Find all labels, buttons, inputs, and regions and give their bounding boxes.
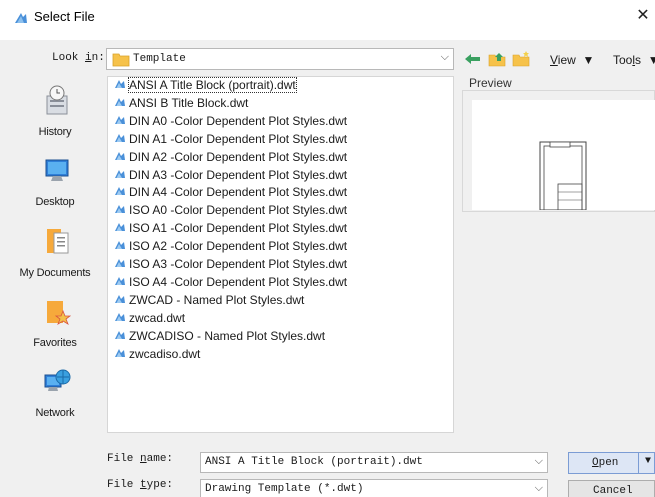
file-name-text: ISO A3 -Color Dependent Plot Styles.dwt bbox=[129, 257, 348, 271]
look-in-label: Look in: bbox=[52, 52, 105, 64]
dwt-file-icon bbox=[115, 187, 125, 196]
place-favorites[interactable]: Favorites bbox=[9, 291, 101, 361]
dwt-file-icon bbox=[115, 259, 125, 267]
file-item[interactable]: ISO A2 -Color Dependent Plot Styles.dwt bbox=[114, 238, 347, 255]
file-type-value: Drawing Template (*.dwt) bbox=[205, 483, 364, 495]
dwt-file-icon bbox=[115, 151, 125, 160]
look-in-combo[interactable]: Template ⌵ bbox=[106, 48, 454, 70]
open-dropdown-arrow-icon[interactable]: ▼ bbox=[645, 456, 651, 467]
file-name-text: DIN A2 -Color Dependent Plot Styles.dwt bbox=[129, 149, 348, 164]
file-name-text: ISO A0 -Color Dependent Plot Styles.dwt bbox=[129, 203, 348, 218]
preview-pane bbox=[462, 90, 655, 212]
folder-icon bbox=[112, 53, 130, 67]
up-folder-icon[interactable] bbox=[488, 50, 508, 68]
file-item[interactable]: ZWCAD - Named Plot Styles.dwt bbox=[114, 292, 304, 309]
preview-canvas bbox=[472, 100, 655, 211]
documents-icon bbox=[47, 229, 69, 254]
title-bar: Select File ✕ bbox=[0, 0, 655, 34]
file-item[interactable]: ZWCADISO - Named Plot Styles.dwt bbox=[114, 328, 325, 345]
file-name-label: File name: bbox=[107, 453, 174, 465]
file-item[interactable]: ANSI A Title Block (portrait).dwt bbox=[114, 77, 297, 94]
file-item[interactable]: ISO A0 -Color Dependent Plot Styles.dwt bbox=[114, 202, 347, 219]
file-item[interactable]: zwcad.dwt bbox=[114, 310, 185, 327]
dwt-file-icon bbox=[115, 241, 125, 250]
file-item[interactable]: zwcadiso.dwt bbox=[114, 346, 200, 363]
place-my-documents[interactable]: My Documents bbox=[9, 221, 101, 291]
dwt-file-icon bbox=[115, 169, 125, 178]
view-menu[interactable]: View ▼ bbox=[550, 53, 594, 67]
look-in-value: Template bbox=[133, 53, 186, 65]
place-label: My Documents bbox=[19, 267, 91, 279]
favorites-icon bbox=[47, 301, 71, 325]
chevron-down-icon: ⌵ bbox=[534, 482, 543, 494]
history-icon bbox=[46, 85, 68, 115]
place-label: History bbox=[38, 126, 72, 138]
file-name-text: ZWCADISO - Named Plot Styles.dwt bbox=[129, 328, 326, 343]
file-name-text: ISO A2 -Color Dependent Plot Styles.dwt bbox=[129, 239, 348, 254]
cancel-button[interactable]: Cancel bbox=[568, 480, 655, 497]
places-bar: History Desktop My Documents Favorites N… bbox=[9, 76, 101, 433]
desktop-icon bbox=[45, 159, 69, 181]
file-name-text: DIN A0 -Color Dependent Plot Styles.dwt bbox=[129, 113, 348, 128]
file-name-text: ZWCAD - Named Plot Styles.dwt bbox=[129, 292, 305, 307]
open-button[interactable]: Open ▼ bbox=[568, 452, 655, 474]
file-item[interactable]: ANSI B Title Block.dwt bbox=[114, 95, 248, 112]
chevron-down-icon: ▼ bbox=[582, 53, 595, 67]
file-name-text: DIN A3 -Color Dependent Plot Styles.dwt bbox=[129, 167, 348, 182]
file-item[interactable]: ISO A3 -Color Dependent Plot Styles.dwt bbox=[114, 256, 347, 273]
file-name-text: ANSI A Title Block (portrait).dwt bbox=[128, 77, 297, 93]
file-item[interactable]: DIN A4 -Color Dependent Plot Styles.dwt bbox=[114, 184, 347, 201]
file-name-value: ANSI A Title Block (portrait).dwt bbox=[205, 456, 423, 468]
file-name-input[interactable]: ANSI A Title Block (portrait).dwt ⌵ bbox=[200, 452, 548, 473]
file-item[interactable]: ISO A1 -Color Dependent Plot Styles.dwt bbox=[114, 220, 347, 237]
file-name-text: ANSI B Title Block.dwt bbox=[129, 95, 249, 110]
app-icon bbox=[15, 13, 27, 23]
cancel-button-label: Cancel bbox=[593, 485, 633, 497]
dwt-file-icon bbox=[115, 276, 125, 285]
chevron-down-icon: ⌵ bbox=[534, 455, 543, 467]
chevron-down-icon: ⌵ bbox=[440, 51, 449, 63]
file-item[interactable]: DIN A2 -Color Dependent Plot Styles.dwt bbox=[114, 149, 347, 166]
split-divider bbox=[638, 453, 639, 473]
dwt-file-icon bbox=[115, 80, 125, 88]
place-desktop[interactable]: Desktop bbox=[9, 150, 101, 220]
new-folder-icon[interactable] bbox=[512, 50, 532, 68]
window-title: Select File bbox=[34, 9, 95, 24]
dwt-file-icon bbox=[115, 330, 125, 339]
file-name-text: ISO A4 -Color Dependent Plot Styles.dwt bbox=[129, 274, 348, 289]
preview-label: Preview bbox=[469, 76, 512, 90]
file-type-label: File type: bbox=[107, 479, 174, 491]
dwt-file-icon bbox=[115, 312, 125, 321]
network-icon bbox=[44, 369, 71, 391]
file-name-text: DIN A4 -Color Dependent Plot Styles.dwt bbox=[129, 185, 348, 200]
file-item[interactable]: DIN A1 -Color Dependent Plot Styles.dwt bbox=[114, 131, 347, 148]
place-label: Network bbox=[35, 407, 75, 419]
dwt-file-icon bbox=[115, 115, 125, 124]
file-list[interactable]: ANSI A Title Block (portrait).dwt ANSI B … bbox=[107, 76, 454, 433]
file-item[interactable]: DIN A0 -Color Dependent Plot Styles.dwt bbox=[114, 113, 347, 130]
file-type-select[interactable]: Drawing Template (*.dwt) ⌵ bbox=[200, 479, 548, 497]
place-history[interactable]: History bbox=[9, 80, 101, 150]
file-name-text: zwcad.dwt bbox=[129, 310, 186, 325]
close-button[interactable]: ✕ bbox=[631, 6, 655, 28]
dwt-file-icon bbox=[115, 223, 125, 232]
dwt-file-icon bbox=[115, 133, 125, 142]
place-network[interactable]: Network bbox=[9, 361, 101, 431]
dwt-file-icon bbox=[115, 205, 125, 214]
file-item[interactable]: ISO A4 -Color Dependent Plot Styles.dwt bbox=[114, 274, 347, 291]
file-name-text: DIN A1 -Color Dependent Plot Styles.dwt bbox=[129, 131, 348, 146]
place-label: Desktop bbox=[35, 196, 75, 208]
file-name-text: zwcadiso.dwt bbox=[129, 346, 201, 361]
open-button-label: Open bbox=[592, 457, 619, 469]
chevron-down-icon: ▼ bbox=[647, 53, 655, 67]
template-thumbnail bbox=[539, 141, 587, 211]
tools-menu[interactable]: Tools ▼ bbox=[613, 53, 655, 67]
dwt-file-icon bbox=[115, 348, 125, 357]
back-arrow-icon[interactable] bbox=[462, 50, 482, 68]
dwt-file-icon bbox=[115, 97, 125, 106]
dwt-file-icon bbox=[115, 294, 125, 303]
file-name-text: ISO A1 -Color Dependent Plot Styles.dwt bbox=[129, 221, 348, 236]
place-label: Favorites bbox=[33, 337, 77, 349]
file-item[interactable]: DIN A3 -Color Dependent Plot Styles.dwt bbox=[114, 167, 347, 184]
